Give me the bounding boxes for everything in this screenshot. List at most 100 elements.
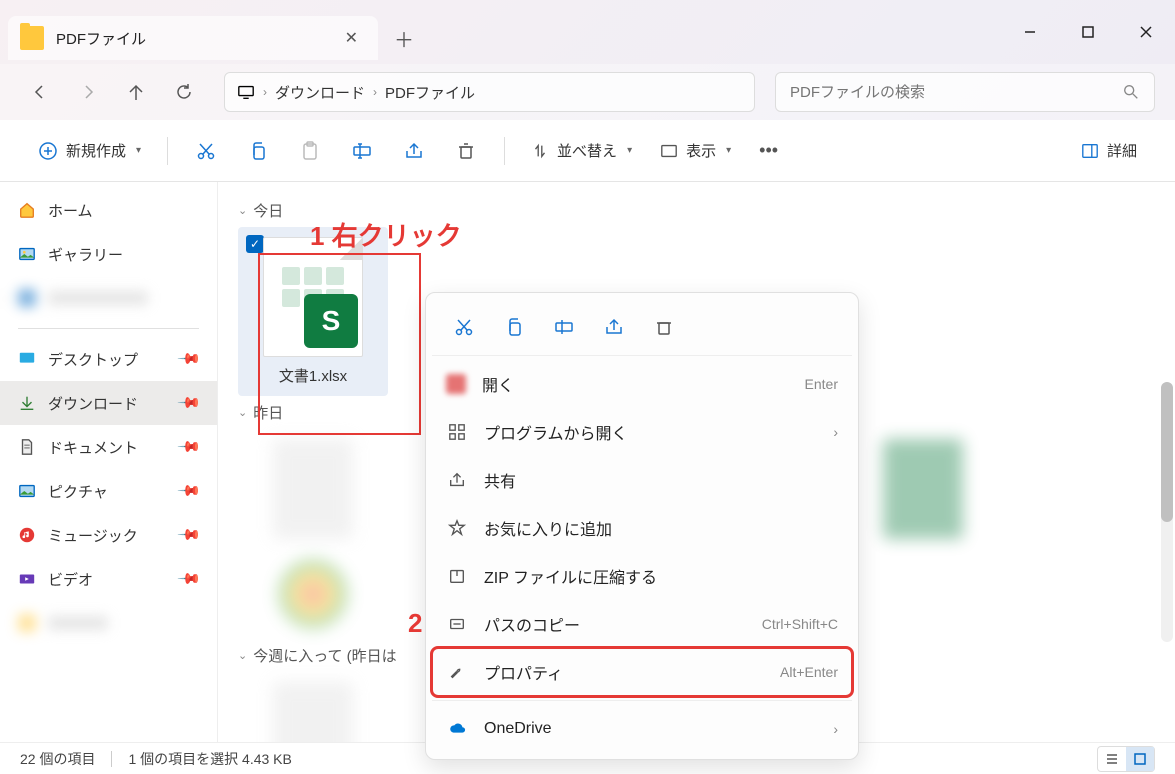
paste-button[interactable] [288,131,332,171]
share-icon [446,471,468,489]
chevron-down-icon: ⌄ [238,649,247,662]
sidebar-item-home[interactable]: ホーム [0,188,217,232]
breadcrumb-current[interactable]: PDFファイル [385,82,475,103]
delete-button[interactable] [444,131,488,171]
close-button[interactable] [1117,8,1175,56]
view-grid-button[interactable] [1126,747,1154,771]
search-box[interactable] [775,72,1155,112]
ctx-share[interactable]: 共有 [432,456,852,504]
new-label: 新規作成 [66,140,126,161]
breadcrumb-downloads[interactable]: ダウンロード [275,82,365,103]
home-icon [18,201,36,219]
ctx-rename-button[interactable] [542,307,586,347]
pin-icon: 📌 [177,434,203,460]
ctx-open[interactable]: 開く Enter [432,360,852,408]
minimize-button[interactable] [1001,8,1059,56]
ctx-shortcut: Ctrl+Shift+C [762,616,838,632]
ctx-onedrive[interactable]: OneDrive › [432,705,852,753]
ctx-properties[interactable]: プロパティ Alt+Enter [432,648,852,696]
checkbox-icon[interactable]: ✓ [246,235,264,253]
view-button[interactable]: 表示 ▾ [650,131,741,171]
ctx-zip[interactable]: ZIP ファイルに圧縮する [432,552,852,600]
sidebar-label: ビデオ [48,569,93,590]
ctx-copy-button[interactable] [492,307,536,347]
sidebar-label: デスクトップ [48,349,138,370]
sidebar-item-music[interactable]: ミュージック 📌 [0,513,217,557]
file-thumbnail: S [263,237,363,357]
sidebar-item-gallery[interactable]: ギャラリー [0,232,217,276]
ctx-copy-path[interactable]: パスのコピー Ctrl+Shift+C [432,600,852,648]
tab[interactable]: PDFファイル ✕ [8,16,378,60]
sidebar-item-blurred2[interactable] [0,601,217,645]
breadcrumb[interactable]: › ダウンロード › PDFファイル [224,72,755,112]
chevron-down-icon: ▾ [627,145,632,156]
sidebar: ホーム ギャラリー › デスクトップ 📌 ダウンロード 📌 ドキュメント 📌 [0,182,218,742]
ctx-open-with[interactable]: プログラムから開く › [432,408,852,456]
sidebar-item-documents[interactable]: ドキュメント 📌 [0,425,217,469]
zip-icon [446,567,468,585]
file-item-blurred[interactable] [238,429,388,549]
share-button[interactable] [392,131,436,171]
file-name: 文書1.xlsx [279,365,347,386]
ctx-label: お気に入りに追加 [484,516,838,540]
group-label: 昨日 [253,402,283,423]
more-button[interactable]: ••• [749,131,788,171]
file-item-blurred[interactable] [848,429,998,549]
chevron-right-icon: › [263,85,267,99]
sidebar-item-downloads[interactable]: ダウンロード 📌 [0,381,217,425]
onedrive-icon [446,720,468,738]
ctx-cut-button[interactable] [442,307,486,347]
ctx-favorite[interactable]: お気に入りに追加 [432,504,852,552]
file-item[interactable]: ✓ S 文書1.xlsx [238,227,388,396]
sidebar-item-desktop[interactable]: デスクトップ 📌 [0,337,217,381]
sidebar-item-blurred[interactable]: › [0,276,217,320]
ctx-share-button[interactable] [592,307,636,347]
ctx-label: パスのコピー [484,612,746,636]
pin-icon: 📌 [177,478,203,504]
copy-button[interactable] [236,131,280,171]
file-item-blurred[interactable] [238,549,388,639]
view-toggles [1097,746,1155,772]
ctx-label: プロパティ [484,660,764,684]
cut-button[interactable] [184,131,228,171]
view-list-button[interactable] [1098,747,1126,771]
view-label: 表示 [686,140,716,161]
details-button[interactable]: 詳細 [1071,131,1147,171]
sort-button[interactable]: 並べ替え ▾ [521,131,642,171]
open-icon [446,374,466,394]
chevron-right-icon: › [2,291,6,305]
ctx-label: ZIP ファイルに圧縮する [484,564,838,588]
search-icon [1122,83,1140,101]
rename-button[interactable] [340,131,384,171]
status-selected: 1 個の項目を選択 4.43 KB [128,749,291,769]
new-tab-button[interactable]: ＋ [378,24,430,53]
group-today[interactable]: ⌄ 今日 [238,194,1155,227]
ctx-delete-button[interactable] [642,307,686,347]
refresh-button[interactable] [164,72,204,112]
maximize-button[interactable] [1059,8,1117,56]
details-label: 詳細 [1107,140,1137,161]
sidebar-label: ギャラリー [48,244,123,265]
tab-close-button[interactable]: ✕ [337,24,366,52]
sidebar-item-videos[interactable]: ビデオ 📌 [0,557,217,601]
sidebar-item-pictures[interactable]: ピクチャ 📌 [0,469,217,513]
ctx-label: OneDrive [484,720,817,738]
context-menu: 開く Enter プログラムから開く › 共有 お気に入りに追加 ZIP ファイ… [425,292,859,760]
new-button[interactable]: 新規作成 ▾ [28,131,151,171]
tab-title: PDFファイル [56,28,146,49]
download-icon [18,394,36,412]
group-label: 今週に入って (昨日は [253,645,396,666]
navbar: › ダウンロード › PDFファイル [0,64,1175,120]
file-item-blurred[interactable] [238,672,388,742]
scrollbar[interactable] [1161,382,1173,642]
pc-icon [237,83,255,101]
chevron-down-icon: ▾ [726,145,731,156]
back-button[interactable] [20,72,60,112]
gallery-icon [18,245,36,263]
open-with-icon [446,423,468,441]
forward-button[interactable] [68,72,108,112]
search-input[interactable] [790,84,1122,101]
sidebar-label: ダウンロード [48,393,138,414]
copy-path-icon [446,615,468,633]
up-button[interactable] [116,72,156,112]
